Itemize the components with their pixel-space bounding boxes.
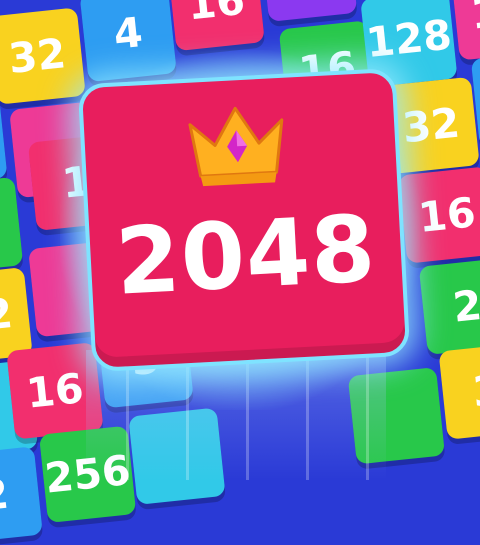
crown-icon bbox=[188, 106, 284, 187]
tile-value: 2 bbox=[450, 281, 480, 332]
tile-value: 512 bbox=[264, 0, 354, 1]
tile-value: 16 bbox=[468, 0, 480, 39]
tile-value: 2 bbox=[0, 469, 11, 521]
tile: 128 bbox=[0, 89, 8, 187]
tile: 512 bbox=[259, 0, 358, 22]
tile-value: 128 bbox=[0, 110, 4, 167]
tile-value: 32 bbox=[0, 289, 15, 343]
hero-tile-2048: 2048 bbox=[77, 67, 411, 373]
tile: 16 bbox=[167, 0, 265, 52]
tile-value: 32 bbox=[6, 29, 69, 83]
tile-value: 3 bbox=[470, 365, 480, 417]
tile: 16 bbox=[450, 0, 480, 61]
tile-value: 16 bbox=[185, 0, 248, 30]
tile: 2 bbox=[0, 446, 43, 544]
tile-value: 16 bbox=[416, 188, 478, 242]
hero-tile-value: 2048 bbox=[113, 195, 379, 316]
tile: 3 bbox=[438, 342, 480, 440]
tile: 2 bbox=[418, 257, 480, 355]
